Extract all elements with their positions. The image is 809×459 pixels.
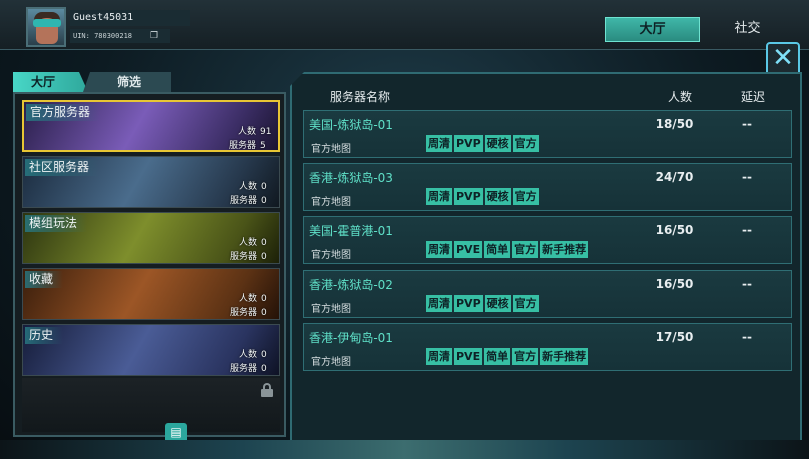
locked-slot bbox=[22, 378, 280, 432]
server-tag: 官方 bbox=[512, 241, 539, 258]
server-latency: -- bbox=[742, 170, 752, 184]
copy-icon[interactable]: ❐ bbox=[150, 31, 160, 41]
server-tag: 官方 bbox=[512, 348, 539, 365]
left-tab-bar: 大厅 筛选 bbox=[13, 72, 171, 92]
server-tag: PVP bbox=[454, 295, 483, 312]
server-name: 美国-炼狱岛-01 bbox=[309, 118, 393, 132]
server-player-count: 16/50 bbox=[655, 223, 694, 237]
category-community[interactable]: 社区服务器 人数 0 服务器 0 bbox=[22, 156, 280, 208]
server-tag: 官方 bbox=[512, 188, 539, 205]
server-list-panel: 服务器名称 人数 延迟 美国-炼狱岛-01 官方地图 周清 PVP 硬核 官方 … bbox=[290, 72, 802, 450]
server-row[interactable]: 香港-炼狱岛-02 官方地图 周清 PVP 硬核 官方 16/50 -- bbox=[303, 270, 792, 318]
tab-lobby[interactable]: 大厅 bbox=[605, 17, 700, 42]
server-map: 官方地图 bbox=[311, 304, 351, 315]
category-people: 人数 0 bbox=[238, 294, 267, 304]
category-panel: 官方服务器 人数 91 服务器 5 社区服务器 人数 0 服务器 0 模组玩法 人数 0 … bbox=[13, 92, 286, 437]
server-tag: PVP bbox=[454, 188, 483, 205]
category-label: 官方服务器 bbox=[26, 104, 101, 121]
category-people: 人数 0 bbox=[238, 350, 267, 360]
category-label: 收藏 bbox=[25, 271, 64, 288]
server-tag: 周清 bbox=[426, 295, 452, 312]
category-servers: 服务器 0 bbox=[229, 364, 267, 374]
floor-decoration bbox=[0, 440, 809, 459]
server-latency: -- bbox=[742, 277, 752, 291]
avatar-goggles bbox=[33, 19, 61, 27]
server-tag: 新手推荐 bbox=[540, 348, 589, 365]
server-row[interactable]: 美国-炼狱岛-01 官方地图 周清 PVP 硬核 官方 18/50 -- bbox=[303, 110, 792, 158]
category-people: 人数 0 bbox=[238, 182, 267, 192]
server-tag: PVP bbox=[454, 135, 483, 152]
server-latency: -- bbox=[742, 117, 752, 131]
server-tag: 官方 bbox=[512, 135, 539, 152]
category-label: 社区服务器 bbox=[25, 159, 100, 176]
server-player-count: 16/50 bbox=[655, 277, 694, 291]
category-people: 人数 0 bbox=[238, 238, 267, 248]
server-latency: -- bbox=[742, 223, 752, 237]
server-player-count: 17/50 bbox=[655, 330, 694, 344]
column-header-latency[interactable]: 延迟 bbox=[741, 88, 765, 105]
server-map: 官方地图 bbox=[311, 144, 351, 155]
category-people: 人数 91 bbox=[237, 127, 272, 137]
category-servers: 服务器 5 bbox=[228, 141, 266, 151]
server-map: 官方地图 bbox=[311, 357, 351, 368]
category-history[interactable]: 历史 人数 0 服务器 0 bbox=[22, 324, 280, 376]
server-tag: PVE bbox=[454, 241, 483, 258]
category-label: 模组玩法 bbox=[25, 215, 88, 232]
server-map: 官方地图 bbox=[311, 197, 351, 208]
server-tag: 简单 bbox=[484, 241, 511, 258]
category-label: 历史 bbox=[25, 327, 64, 344]
server-tag: 周清 bbox=[426, 188, 452, 205]
column-header-people[interactable]: 人数 bbox=[668, 88, 692, 105]
server-tag: 周清 bbox=[426, 241, 452, 258]
lock-icon bbox=[261, 383, 273, 397]
server-tag: 官方 bbox=[512, 295, 539, 312]
category-servers: 服务器 0 bbox=[229, 252, 267, 262]
server-tag: 硬核 bbox=[484, 188, 511, 205]
server-player-count: 24/70 bbox=[655, 170, 694, 184]
server-tags: 周清 PVE 简单 官方 新手推荐 bbox=[426, 241, 589, 258]
server-tags: 周清 PVP 硬核 官方 bbox=[426, 135, 539, 152]
left-tab-lobby[interactable]: 大厅 bbox=[13, 72, 88, 92]
server-tags: 周清 PVP 硬核 官方 bbox=[426, 188, 539, 205]
server-row[interactable]: 美国-霍普港-01 官方地图 周清 PVE 简单 官方 新手推荐 16/50 -… bbox=[303, 216, 792, 264]
left-tab-filter[interactable]: 筛选 bbox=[83, 72, 171, 92]
player-username: Guest45031 bbox=[70, 10, 190, 26]
server-name: 香港-炼狱岛-03 bbox=[309, 171, 393, 185]
category-servers: 服务器 0 bbox=[229, 308, 267, 318]
server-tag: 新手推荐 bbox=[540, 241, 589, 258]
server-row[interactable]: 香港-伊甸岛-01 官方地图 周清 PVE 简单 官方 新手推荐 17/50 -… bbox=[303, 323, 792, 371]
server-tag: 硬核 bbox=[484, 295, 511, 312]
category-favorites[interactable]: 收藏 人数 0 服务器 0 bbox=[22, 268, 280, 320]
server-tag: 周清 bbox=[426, 348, 452, 365]
server-row[interactable]: 香港-炼狱岛-03 官方地图 周清 PVP 硬核 官方 24/70 -- bbox=[303, 163, 792, 211]
server-name: 美国-霍普港-01 bbox=[309, 224, 393, 238]
server-player-count: 18/50 bbox=[655, 117, 694, 131]
category-servers: 服务器 0 bbox=[229, 196, 267, 206]
server-tag: 周清 bbox=[426, 135, 452, 152]
server-tags: 周清 PVP 硬核 官方 bbox=[426, 295, 539, 312]
player-avatar[interactable] bbox=[26, 7, 66, 47]
server-map: 官方地图 bbox=[311, 250, 351, 261]
server-tag: 硬核 bbox=[484, 135, 511, 152]
close-icon[interactable]: ✕ bbox=[766, 42, 800, 76]
server-name: 香港-炼狱岛-02 bbox=[309, 278, 393, 292]
server-tags: 周清 PVE 简单 官方 新手推荐 bbox=[426, 348, 589, 365]
server-latency: -- bbox=[742, 330, 752, 344]
category-official[interactable]: 官方服务器 人数 91 服务器 5 bbox=[22, 100, 280, 152]
server-tag: 简单 bbox=[484, 348, 511, 365]
category-mods[interactable]: 模组玩法 人数 0 服务器 0 bbox=[22, 212, 280, 264]
tab-social[interactable]: 社交 bbox=[700, 17, 795, 42]
column-header-name[interactable]: 服务器名称 bbox=[330, 88, 390, 105]
server-tag: PVE bbox=[454, 348, 483, 365]
server-name: 香港-伊甸岛-01 bbox=[309, 331, 393, 345]
